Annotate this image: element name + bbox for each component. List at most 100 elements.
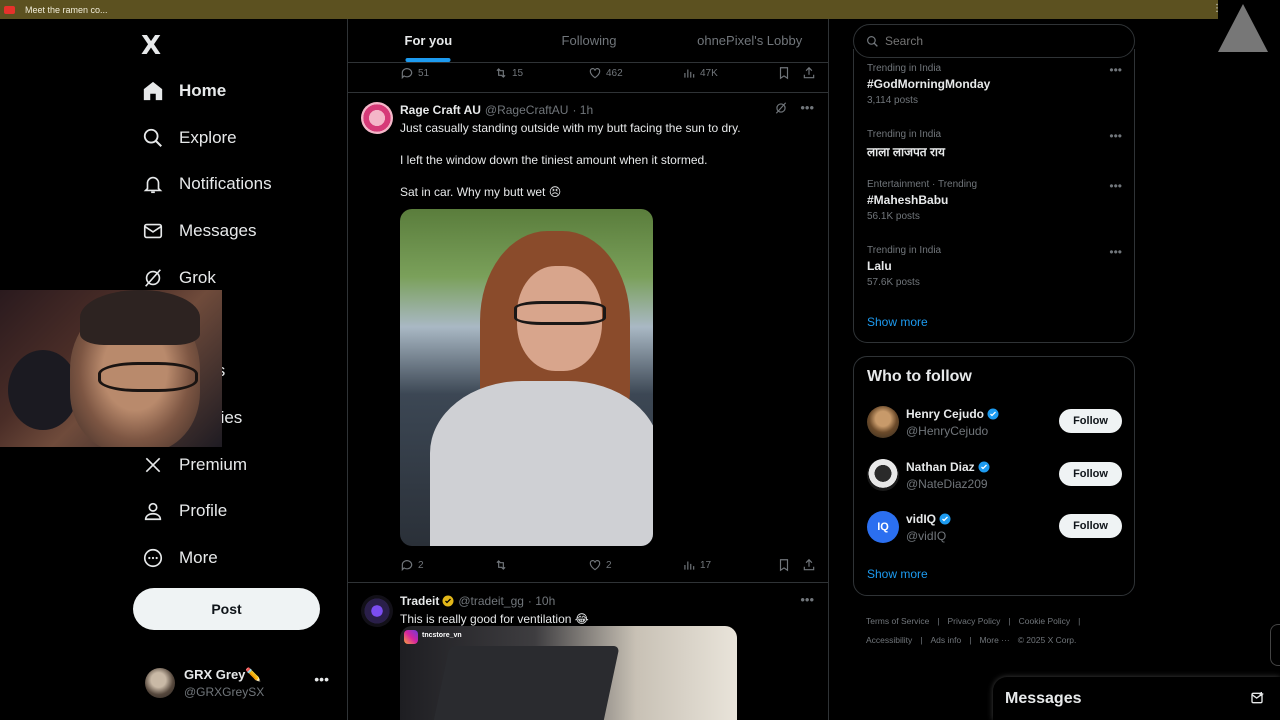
streamer-hair (80, 290, 200, 345)
tweet-text-line: Sat in car. Why my butt wet 😣 (400, 185, 562, 199)
grok-icon[interactable] (774, 101, 788, 118)
repost-button[interactable] (494, 558, 512, 572)
webcam-overlay (0, 290, 222, 447)
verified-icon (987, 408, 999, 420)
bookmark-button[interactable] (777, 558, 791, 572)
like-button[interactable]: 2 (588, 558, 612, 572)
follow-suggestion[interactable]: IQ vidIQ @vidIQ Follow (867, 509, 1122, 545)
tweet[interactable]: Rage Craft AU @RageCraftAU · 1h ••• Just… (348, 92, 828, 582)
footer-link-ads-info[interactable]: Ads info (931, 635, 962, 645)
nav-premium[interactable]: Premium (141, 451, 247, 479)
more-options-icon[interactable]: ••• (800, 592, 814, 607)
share-button[interactable] (802, 66, 816, 80)
tab-following[interactable]: Following (509, 19, 670, 62)
suggestion-name[interactable]: Henry Cejudo (906, 407, 999, 421)
footer-separator: | (969, 635, 972, 645)
tweet-time[interactable]: · 10h (528, 594, 555, 608)
footer-row: Terms of Service | Privacy Policy | Cookie P… (866, 612, 1126, 631)
follow-button[interactable]: Follow (1059, 409, 1122, 433)
views-button[interactable]: 17 (682, 558, 711, 572)
previous-tweet-actions: 51 15 462 47K (400, 64, 820, 82)
account-handle: @GRXGreySX (184, 685, 265, 699)
bookmark-button[interactable] (777, 66, 791, 80)
repost-icon (496, 68, 506, 78)
follow-button[interactable]: Follow (1059, 462, 1122, 486)
nav-messages[interactable]: Messages (141, 217, 256, 245)
like-button[interactable]: 462 (588, 66, 623, 80)
nav-label: Explore (179, 128, 237, 147)
tab-lobby[interactable]: ohnePixel's Lobby (669, 19, 828, 62)
suggestion-name[interactable]: Nathan Diaz (906, 460, 990, 474)
instagram-icon (404, 630, 418, 644)
new-message-icon[interactable] (1250, 690, 1266, 711)
x-logo-icon[interactable]: X (141, 31, 161, 61)
more-options-icon[interactable]: ••• (1109, 129, 1122, 143)
footer-link-more[interactable]: More ··· (979, 635, 1009, 645)
search-input[interactable] (885, 34, 1105, 48)
nav-notifications[interactable]: Notifications (141, 170, 272, 198)
follow-suggestion[interactable]: Nathan Diaz @NateDiaz209 Follow (867, 457, 1122, 493)
trend-item[interactable]: Trending in India Lalu 57.6K posts ••• (867, 245, 1122, 288)
bookmark-icon (779, 559, 789, 572)
more-options-icon[interactable]: ••• (314, 671, 329, 687)
avatar[interactable] (867, 459, 899, 491)
nav-home[interactable]: Home (141, 77, 226, 105)
tweet-author-name[interactable]: Tradeit (400, 594, 439, 608)
trend-item[interactable]: Trending in India #GodMorningMonday 3,11… (867, 63, 1122, 106)
x-icon (141, 453, 165, 477)
share-button[interactable] (802, 558, 816, 572)
footer-link-cookie[interactable]: Cookie Policy (1019, 616, 1071, 626)
video-laptop (430, 646, 620, 720)
sidebar-footer: Terms of Service | Privacy Policy | Cookie P… (866, 612, 1126, 650)
nav-profile[interactable]: Profile (141, 497, 227, 525)
avatar[interactable] (867, 406, 899, 438)
views-button[interactable]: 47K (682, 66, 718, 80)
trend-item[interactable]: Entertainment · Trending #MaheshBabu 56.… (867, 179, 1122, 222)
footer-link-terms[interactable]: Terms of Service (866, 616, 929, 626)
repost-button[interactable]: 15 (494, 66, 523, 80)
more-options-icon[interactable]: ••• (1109, 179, 1122, 193)
more-options-icon[interactable]: ••• (1109, 63, 1122, 77)
tweet-author-handle[interactable]: @tradeit_gg (458, 594, 524, 608)
reply-button[interactable]: 2 (400, 558, 424, 572)
messages-dock[interactable]: Messages (993, 677, 1280, 720)
trend-title: #MaheshBabu (867, 193, 949, 207)
reply-button[interactable]: 51 (400, 66, 429, 80)
nav-grok[interactable]: Grok (141, 264, 216, 292)
tweet-avatar[interactable] (361, 102, 393, 134)
tweet-author-name[interactable]: Rage Craft AU (400, 103, 481, 117)
trend-item[interactable]: Trending in India लाला लाजपत राय ••• (867, 129, 1122, 160)
video-watermark: tncstore_vn (422, 632, 462, 639)
tweet-video[interactable]: tncstore_vn (400, 626, 737, 720)
tab-for-you[interactable]: For you (348, 19, 509, 62)
trends-card: Trending in India #GodMorningMonday 3,11… (853, 49, 1135, 343)
more-options-icon[interactable]: ••• (800, 100, 814, 115)
suggestion-name-text: Henry Cejudo (906, 407, 985, 421)
footer-link-accessibility[interactable]: Accessibility (866, 635, 912, 645)
trends-show-more-link[interactable]: Show more (867, 315, 928, 329)
account-name: GRX Grey✏️ (184, 667, 262, 682)
follow-suggestion[interactable]: Henry Cejudo @HenryCejudo Follow (867, 404, 1122, 440)
more-options-icon[interactable]: ••• (1109, 245, 1122, 259)
tweet-actions: 2 2 17 (400, 556, 820, 574)
who-to-follow-show-more-link[interactable]: Show more (867, 567, 928, 581)
tweet-avatar[interactable] (361, 595, 393, 627)
side-panel-handle[interactable] (1270, 624, 1280, 666)
post-button[interactable]: Post (133, 588, 320, 630)
tweet-author-handle[interactable]: @RageCraftAU (485, 103, 569, 117)
account-switcher[interactable]: GRX Grey✏️ @GRXGreySX ••• (145, 663, 335, 703)
stream-overlay-corner (1218, 0, 1280, 58)
avatar (145, 668, 175, 698)
follow-button[interactable]: Follow (1059, 514, 1122, 538)
vidiq-logo-icon[interactable]: IQ (867, 511, 899, 543)
tweet-time[interactable]: · 1h (572, 103, 593, 117)
footer-link-privacy[interactable]: Privacy Policy (948, 616, 1001, 626)
tweet[interactable]: Tradeit @tradeit_gg · 10h ••• This is re… (348, 582, 828, 720)
tweet-photo[interactable] (400, 209, 653, 546)
timeline-tabs: For you Following ohnePixel's Lobby (348, 19, 828, 63)
tweet-text-line: This is really good for ventilation 😂 (400, 612, 589, 626)
browser-tab-title[interactable]: Meet the ramen co... (25, 5, 108, 15)
suggestion-name[interactable]: vidIQ (906, 512, 951, 526)
nav-explore[interactable]: Explore (141, 124, 237, 152)
nav-more[interactable]: More (141, 544, 218, 572)
